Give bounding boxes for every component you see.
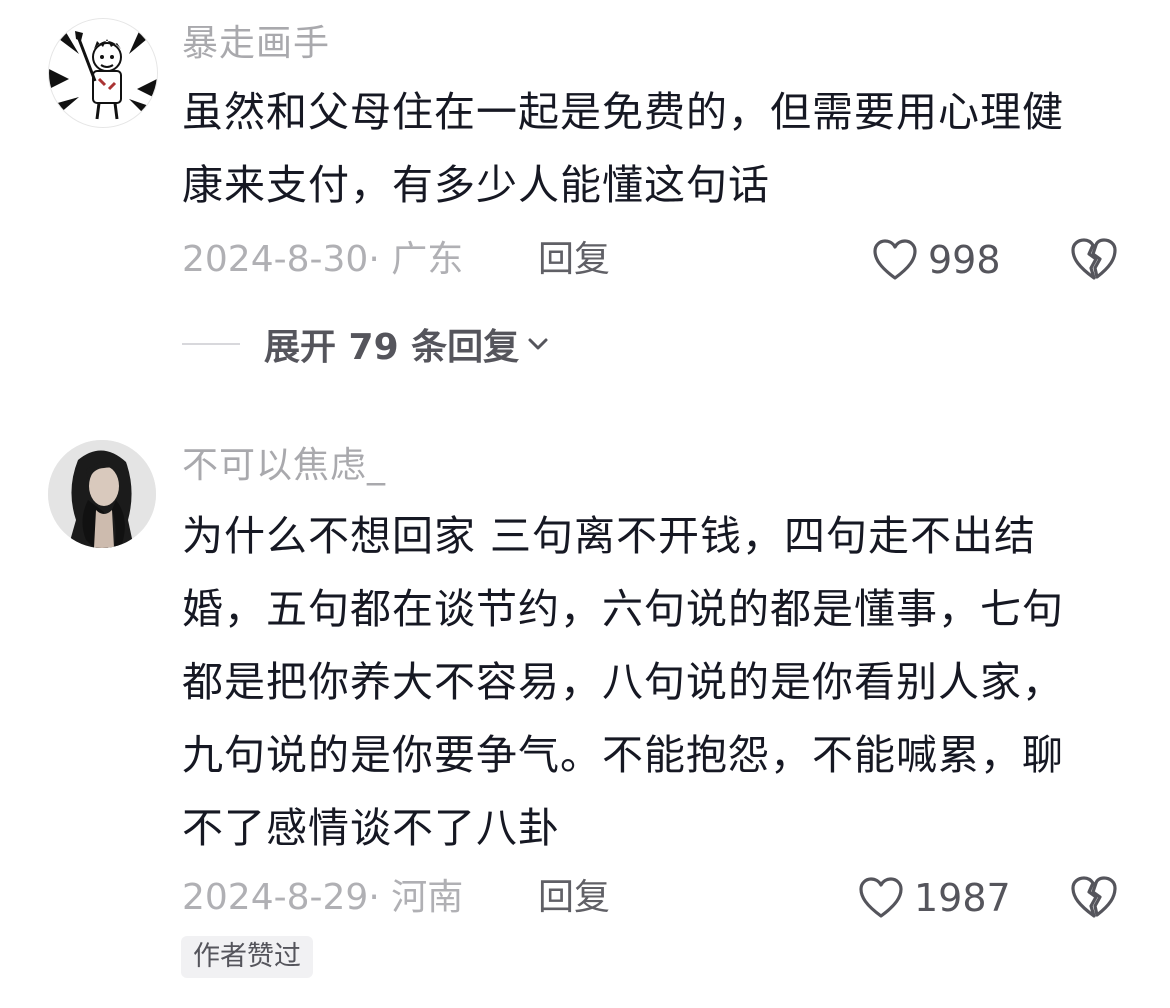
heart-outline-icon	[873, 239, 917, 280]
author-liked-badge: 作者赞过	[181, 936, 313, 978]
comment-text: 为什么不想回家 三句离不开钱，四句走不出结 婚，五句都在谈节约，六句说的都是懂事…	[182, 500, 1122, 865]
comment-text-line: 婚，五句都在谈节约，六句说的都是懂事，七句	[182, 585, 1064, 633]
reply-button[interactable]: 回复	[538, 238, 610, 282]
meta-separator: ·	[368, 877, 380, 918]
comment-meta: 2024-8-30· 广东	[182, 238, 463, 282]
comment-date: 2024-8-30	[182, 239, 369, 280]
comment-text-line: 虽然和父母住在一起是免费的，但需要用心理健	[182, 88, 1064, 136]
meta-separator: ·	[368, 239, 380, 280]
like-button[interactable]: 998	[872, 234, 1001, 286]
broken-heart-icon	[1071, 238, 1117, 280]
comment-date: 2024-8-29	[182, 877, 369, 918]
dislike-button[interactable]	[1070, 874, 1120, 924]
comment-location: 广东	[391, 239, 464, 280]
reply-button[interactable]: 回复	[538, 876, 610, 920]
avatar[interactable]	[48, 18, 158, 128]
comment-text-line: 不了感情谈不了八卦	[182, 804, 560, 852]
like-count: 998	[928, 238, 1001, 282]
comment-text-line: 为什么不想回家 三句离不开钱，四句走不出结	[182, 512, 1037, 560]
expand-replies-button[interactable]: 展开 79 条回复	[182, 318, 551, 370]
username[interactable]: 不可以焦虑_	[182, 444, 386, 488]
comment-text-line: 九句说的是你要争气。不能抱怨，不能喊累，聊	[182, 731, 1064, 779]
comment-meta: 2024-8-29· 河南	[182, 876, 463, 920]
broken-heart-icon	[1071, 876, 1117, 918]
comment-text-line: 康来支付，有多少人能懂这句话	[182, 161, 770, 209]
heart-outline-icon	[859, 877, 903, 918]
like-button[interactable]: 1987	[858, 872, 1011, 924]
comment-text-line: 都是把你养大不容易，八句说的是你看别人家，	[182, 658, 1064, 706]
like-count: 1987	[914, 876, 1011, 920]
expand-replies-label: 展开 79 条回复	[264, 327, 520, 368]
avatar[interactable]	[48, 440, 156, 548]
expand-divider	[182, 343, 240, 345]
dislike-button[interactable]	[1070, 236, 1120, 286]
chevron-down-icon	[528, 338, 548, 350]
comment-location: 河南	[391, 877, 464, 918]
comment-text: 虽然和父母住在一起是免费的，但需要用心理健 康来支付，有多少人能懂这句话	[182, 76, 1122, 222]
username[interactable]: 暴走画手	[182, 22, 330, 66]
cartoon-painter-avatar-icon	[49, 19, 157, 127]
dark-hair-portrait-avatar-icon	[48, 440, 156, 548]
